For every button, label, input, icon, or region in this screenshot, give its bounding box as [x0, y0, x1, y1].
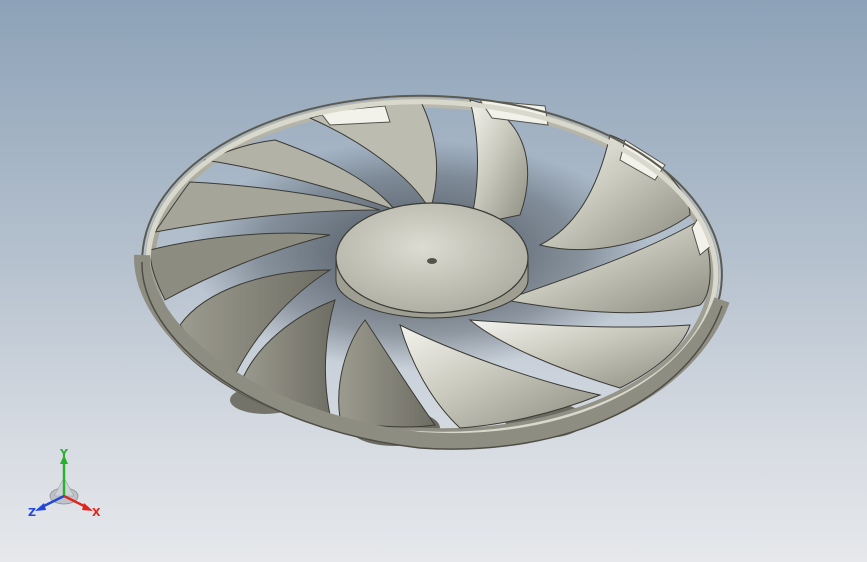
triad-z-arrowhead [35, 503, 46, 511]
graphics-viewport[interactable]: Y X Z [0, 0, 867, 562]
triad-x-label: X [92, 506, 101, 519]
triad-z-label: Z [28, 506, 36, 519]
view-orientation-triad[interactable]: Y X Z [26, 448, 102, 524]
fan-model[interactable] [0, 0, 867, 562]
hub [335, 202, 529, 319]
triad-y-label: Y [59, 448, 69, 460]
